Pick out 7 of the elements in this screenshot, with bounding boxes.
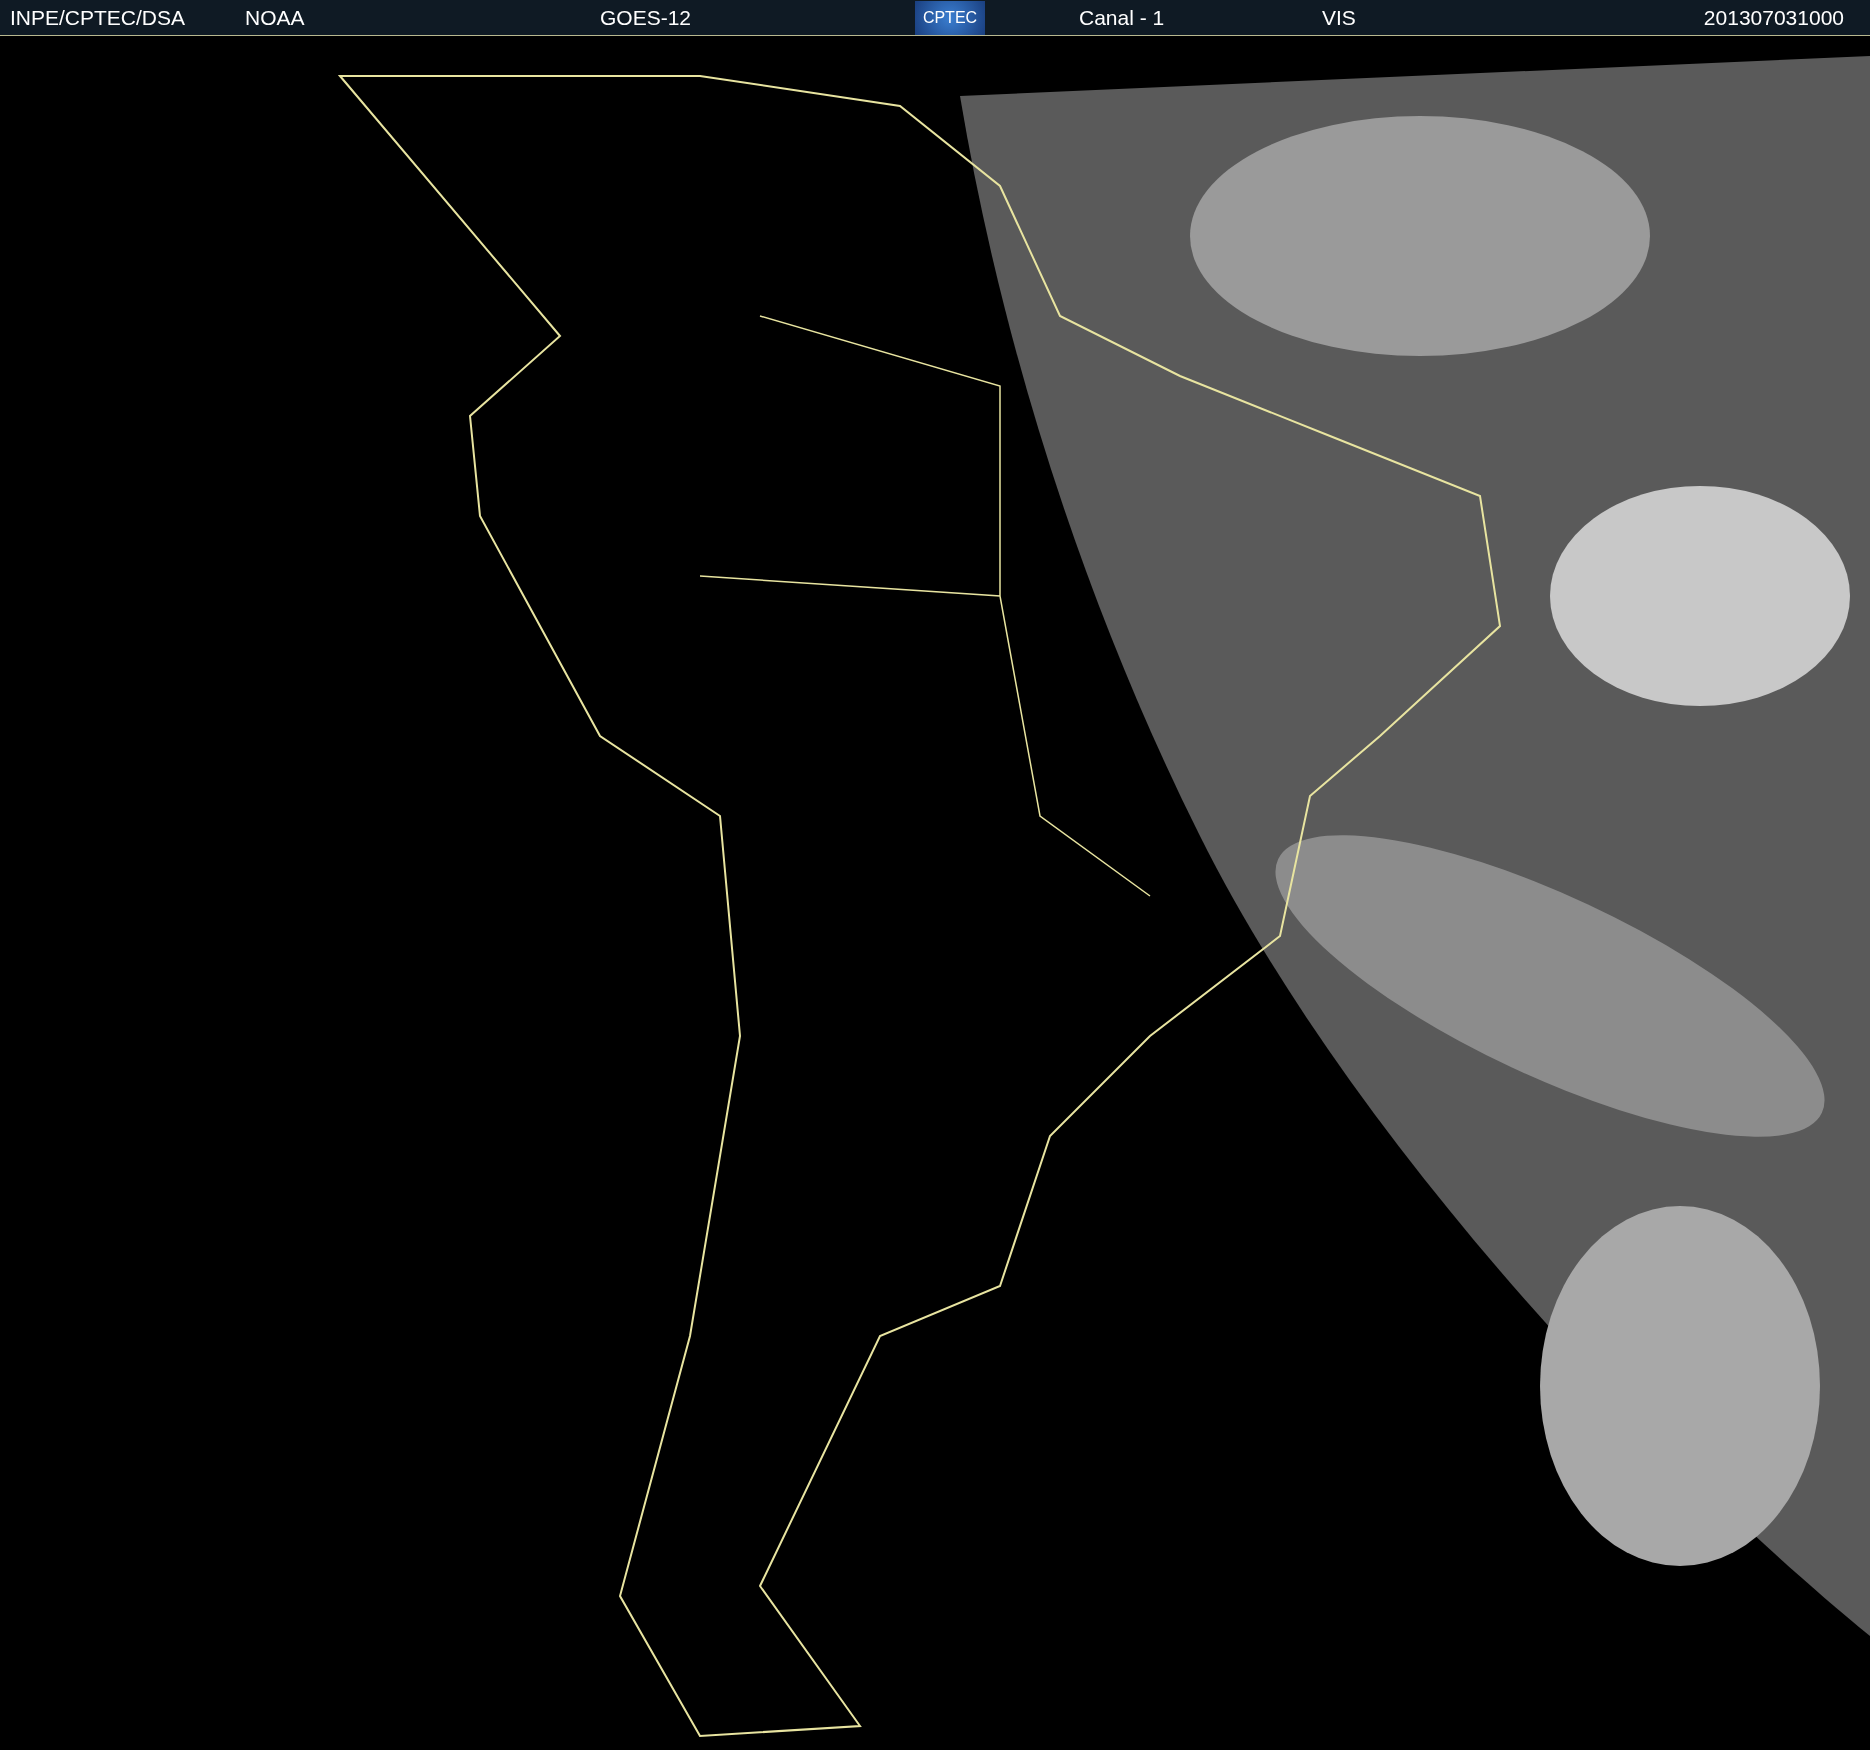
agency-label: NOAA (245, 5, 306, 30)
satellite-label: GOES-12 (600, 5, 693, 30)
logo: CPTEC (915, 0, 985, 35)
channel-label: Canal - 1 (1079, 5, 1166, 30)
timestamp-label: 201307031000 (1703, 5, 1844, 30)
source-label: INPE/CPTEC/DSA (10, 5, 187, 30)
band-label: VIS (1322, 5, 1357, 30)
